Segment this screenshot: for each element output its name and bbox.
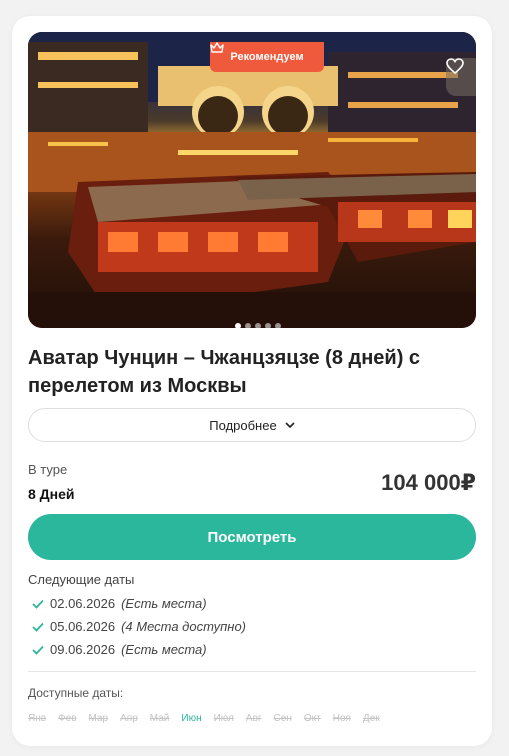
view-button[interactable]: Посмотреть [28,514,476,560]
month-aug: Авг [245,713,262,724]
gallery-dot[interactable] [235,323,241,329]
tour-duration-value: 8 Дней [28,486,75,502]
month-dec: Дек [362,713,380,724]
details-button[interactable]: Подробнее [28,408,476,442]
month-oct: Окт [303,713,321,724]
chevron-down-icon [285,422,295,428]
heart-icon [446,58,464,74]
month-feb: Фев [58,713,77,724]
divider [28,671,476,672]
badge-label: Рекомендуем [230,51,304,63]
month-apr: Апр [120,713,138,724]
tour-card: Рекомендуем Аватар Чунцин – Чжанцзяцзе (… [12,16,492,746]
date-item[interactable]: 05.06.2026 (4 Места доступно) [32,619,246,634]
date-value: 02.06.2026 [50,596,116,611]
night-river-illustration [28,32,476,328]
check-icon [32,645,44,655]
gallery-dot[interactable] [265,323,271,329]
date-value: 09.06.2026 [50,642,116,657]
details-button-label: Подробнее [209,417,277,433]
available-dates-label: Доступные даты: [28,686,124,700]
gallery-pagination [235,323,281,329]
date-value: 05.06.2026 [50,619,116,634]
month-sep: Сен [273,713,292,724]
month-jul: Июл [213,713,234,724]
recommended-badge: Рекомендуем [210,42,324,72]
tour-title: Аватар Чунцин – Чжанцзяцзе (8 дней) с пе… [28,347,421,397]
next-dates-label: Следующие даты [28,572,135,587]
favorite-button[interactable] [446,58,476,96]
month-mar: Мар [88,713,109,724]
gallery-dot[interactable] [245,323,251,329]
month-list: Янв Фев Мар Апр Май Июн Июл Авг Сен Окт … [28,713,380,724]
check-icon [32,599,44,609]
date-item[interactable]: 09.06.2026 (Есть места) [32,642,207,657]
date-item[interactable]: 02.06.2026 (Есть места) [32,596,207,611]
month-jun[interactable]: Июн [181,713,201,724]
date-availability: (Есть места) [121,642,207,657]
crown-icon [210,42,224,53]
tour-price: 104 000₽ [381,470,476,495]
month-may: Май [149,713,170,724]
gallery-dot[interactable] [275,323,281,329]
gallery-dot[interactable] [255,323,261,329]
tour-photo[interactable]: Рекомендуем [28,32,476,328]
month-nov: Ноя [332,713,351,724]
month-jan: Янв [28,713,47,724]
check-icon [32,622,44,632]
tour-duration-label: В туре [28,462,68,477]
date-availability: (4 Места доступно) [121,619,247,634]
date-availability: (Есть места) [121,596,207,611]
